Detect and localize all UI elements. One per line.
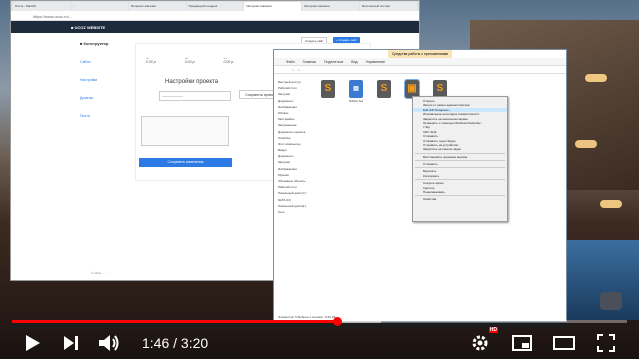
menu-item[interactable]: Восстановить прежнюю версию [413,155,507,159]
fullscreen-button[interactable] [593,330,619,356]
explorer-title: Средства работы с приложениями [387,50,453,58]
browser-tab[interactable]: Интернет-магазин [302,2,360,11]
balance-item: ... 0.00 р. [146,55,157,64]
menu-separator [415,167,505,169]
menu-separator [415,152,505,154]
explorer-titlebar: Средства работы с приложениями [274,50,566,58]
settings-box[interactable] [141,116,229,146]
fullscreen-icon [597,333,615,352]
balance-item: ... 0.00 р. [223,55,235,64]
sidebar-item[interactable]: Сайты [77,53,135,71]
play-button[interactable] [20,330,46,356]
progress-bar[interactable] [12,317,627,326]
menu-item-properties[interactable]: Свойства [413,197,507,201]
play-icon [26,334,40,351]
settings-button[interactable]: HD [467,326,498,356]
app-logo: ■ UCOZ WEBSITE [71,24,106,30]
document-icon: ▤ [349,80,363,98]
menu-item-send[interactable]: Отправить [413,162,507,166]
context-menu: Открыть Запуск от имени администратора E… [412,96,508,222]
save-changes-button[interactable]: Сохранить изменения [139,158,232,167]
time-current: 1:46 [142,334,170,351]
tree-item[interactable]: Сеть [278,210,318,216]
explorer-ribbon: Файл Главная Поделиться Вид Управление [274,58,566,66]
volume-icon [99,334,119,351]
video-frame[interactable]: Почта - Mail.Ru ... Интернет-магазин Про… [0,0,639,359]
menu-item-copy[interactable]: Копировать [413,174,507,178]
avatar [600,292,622,310]
player-right-controls: HD [467,326,619,356]
sidebar-item[interactable]: Домены [77,89,135,107]
balance-item: ... 0.00 р. [184,55,196,64]
ribbon-tab[interactable]: Главная [303,58,316,65]
file-item[interactable]: ▤ Sublime Text [347,80,365,103]
theater-mode-button[interactable] [551,330,577,356]
theater-icon [553,335,575,350]
browser-tab[interactable]: Продающий лендинг [186,2,244,11]
nav-tree: Быстрый доступ Рабочий стол Загрузки Док… [278,80,318,216]
section-label: ■ Конструктор [80,41,109,46]
menu-item-rename[interactable]: Переименовать [413,190,507,194]
app-header: ■ UCOZ WEBSITE [11,21,419,33]
menu-separator [415,160,505,162]
menu-item[interactable]: Закрепить на панели задач [413,147,507,151]
next-icon [64,335,78,350]
sidebar-item[interactable]: Настройки [77,71,135,89]
address-bar[interactable]: https://www.ucoz.ru/... [11,11,419,21]
ribbon-tab[interactable]: Вид [351,58,357,65]
sidebar-item[interactable]: Почта [77,107,135,125]
ribbon-tab[interactable]: Поделиться [324,58,343,65]
player-controls: 1:46 / 3:20 HD [0,326,639,359]
panel-title: Настройки проекта [165,79,219,85]
time-total: 3:20 [180,334,209,351]
balance-values: ... 0.00 р. ... 0.00 р. ... 0.00 р. [146,55,234,64]
volume-button[interactable] [96,330,122,356]
sidebar: ■ Конструктор Сайты Настройки Домены Поч… [77,34,135,125]
miniplayer-icon [512,334,532,351]
sublime-icon: S [321,80,335,98]
explorer-status-bar: Элементов: 5 Выбран 1 элемент: 8,52 КБ [278,315,336,319]
file-item[interactable]: S [319,80,337,103]
file-item[interactable]: S [375,80,393,103]
menu-separator [415,195,505,197]
page-footer: © uCoz ... ... [91,271,108,275]
ribbon-tab[interactable]: Управление [366,58,385,65]
hd-badge: HD [488,326,498,333]
browser-tab[interactable]: Интернет-магазин [128,2,186,11]
ribbon-tab[interactable]: Файл [286,58,295,65]
menu-separator [415,179,505,181]
time-display: 1:46 / 3:20 [142,334,209,351]
browser-tab[interactable]: Бесплатный хостинг [360,2,418,11]
project-input[interactable]: --------------------- [159,91,231,101]
explorer-address-bar[interactable]: > ... > ... [274,66,566,74]
next-button[interactable] [58,330,84,356]
sublime-icon: S [377,80,391,98]
browser-tab-active[interactable]: Интернет-магазин [244,2,302,11]
lamp [575,140,597,148]
miniplayer-button[interactable] [509,330,535,356]
browser-tabs: Почта - Mail.Ru ... Интернет-магазин Про… [11,1,419,11]
lamp [585,74,607,82]
browser-tab[interactable]: Почта - Mail.Ru [13,2,70,11]
gear-icon [472,335,488,350]
played-bar [12,320,338,323]
browser-tab[interactable]: ... [70,2,128,11]
lamp [600,200,622,208]
